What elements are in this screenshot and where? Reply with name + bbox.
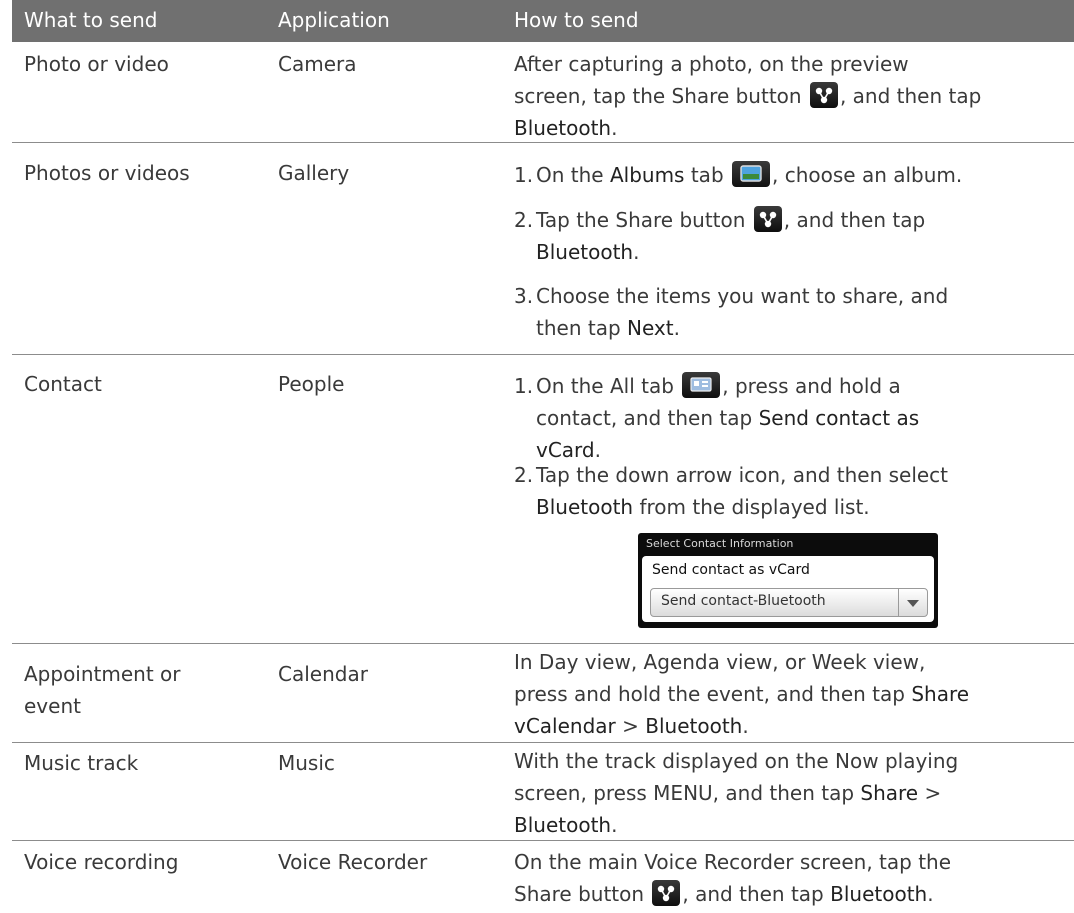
- cell-what: Music track: [24, 751, 139, 775]
- step-2: 2. Tap the down arrow icon, and then sel…: [514, 463, 949, 519]
- cell-app: People: [278, 372, 345, 396]
- cell-app: Calendar: [278, 662, 368, 686]
- cell-what: Voice recording: [24, 850, 179, 874]
- dialog-panel: Send contact as vCard Send contact-Bluet…: [642, 556, 934, 622]
- albums-tab-icon: [732, 161, 770, 187]
- header-application: Application: [278, 8, 390, 32]
- header-how-to-send: How to send: [514, 8, 639, 32]
- dialog-title: Select Contact Information: [646, 537, 794, 550]
- step-2: 2. Tap the Share button , and then tap B…: [514, 206, 926, 264]
- send-method-dropdown[interactable]: Send contact-Bluetooth: [650, 588, 928, 617]
- cell-what: Photos or videos: [24, 161, 190, 185]
- cell-what: Contact: [24, 372, 102, 396]
- how-line: screen, tap the Share button , and then …: [514, 82, 982, 108]
- share-icon: [809, 82, 838, 108]
- dialog-label: Send contact as vCard: [652, 562, 810, 578]
- dropdown-value: Send contact-Bluetooth: [661, 593, 826, 609]
- chevron-down-icon[interactable]: [898, 589, 927, 616]
- step-1: 1. On the All tab , press and hold a con…: [514, 372, 920, 462]
- cell-how: After capturing a photo, on the preview …: [514, 48, 981, 144]
- cell-app: Gallery: [278, 161, 350, 185]
- cell-app: Music: [278, 751, 335, 775]
- step-3: 3. Choose the items you want to share, a…: [514, 284, 949, 340]
- row-divider: [12, 354, 1074, 355]
- cell-what: Photo or video: [24, 52, 169, 76]
- step-1: 1. On the Albums tab , choose an album.: [514, 161, 963, 187]
- all-tab-icon: [682, 372, 721, 398]
- cell-what: Appointment or event: [24, 662, 181, 718]
- cell-how: On the main Voice Recorder screen, tap t…: [514, 850, 952, 906]
- share-icon: [753, 206, 782, 232]
- cell-how: With the track displayed on the Now play…: [514, 749, 959, 837]
- cell-how: In Day view, Agenda view, or Week view, …: [514, 650, 970, 738]
- cell-app: Voice Recorder: [278, 850, 428, 874]
- how-line: After capturing a photo, on the preview: [514, 52, 909, 76]
- row-divider: [12, 742, 1074, 743]
- row-divider: [12, 643, 1074, 644]
- cell-app: Camera: [278, 52, 357, 76]
- table-header: What to send Application How to send: [12, 0, 1074, 42]
- select-contact-dialog: Select Contact Information Send contact …: [638, 533, 938, 628]
- how-line: Bluetooth.: [514, 116, 618, 140]
- header-what-to-send: What to send: [24, 8, 158, 32]
- page: What to send Application How to send Pho…: [0, 0, 1074, 913]
- share-icon: [652, 880, 681, 906]
